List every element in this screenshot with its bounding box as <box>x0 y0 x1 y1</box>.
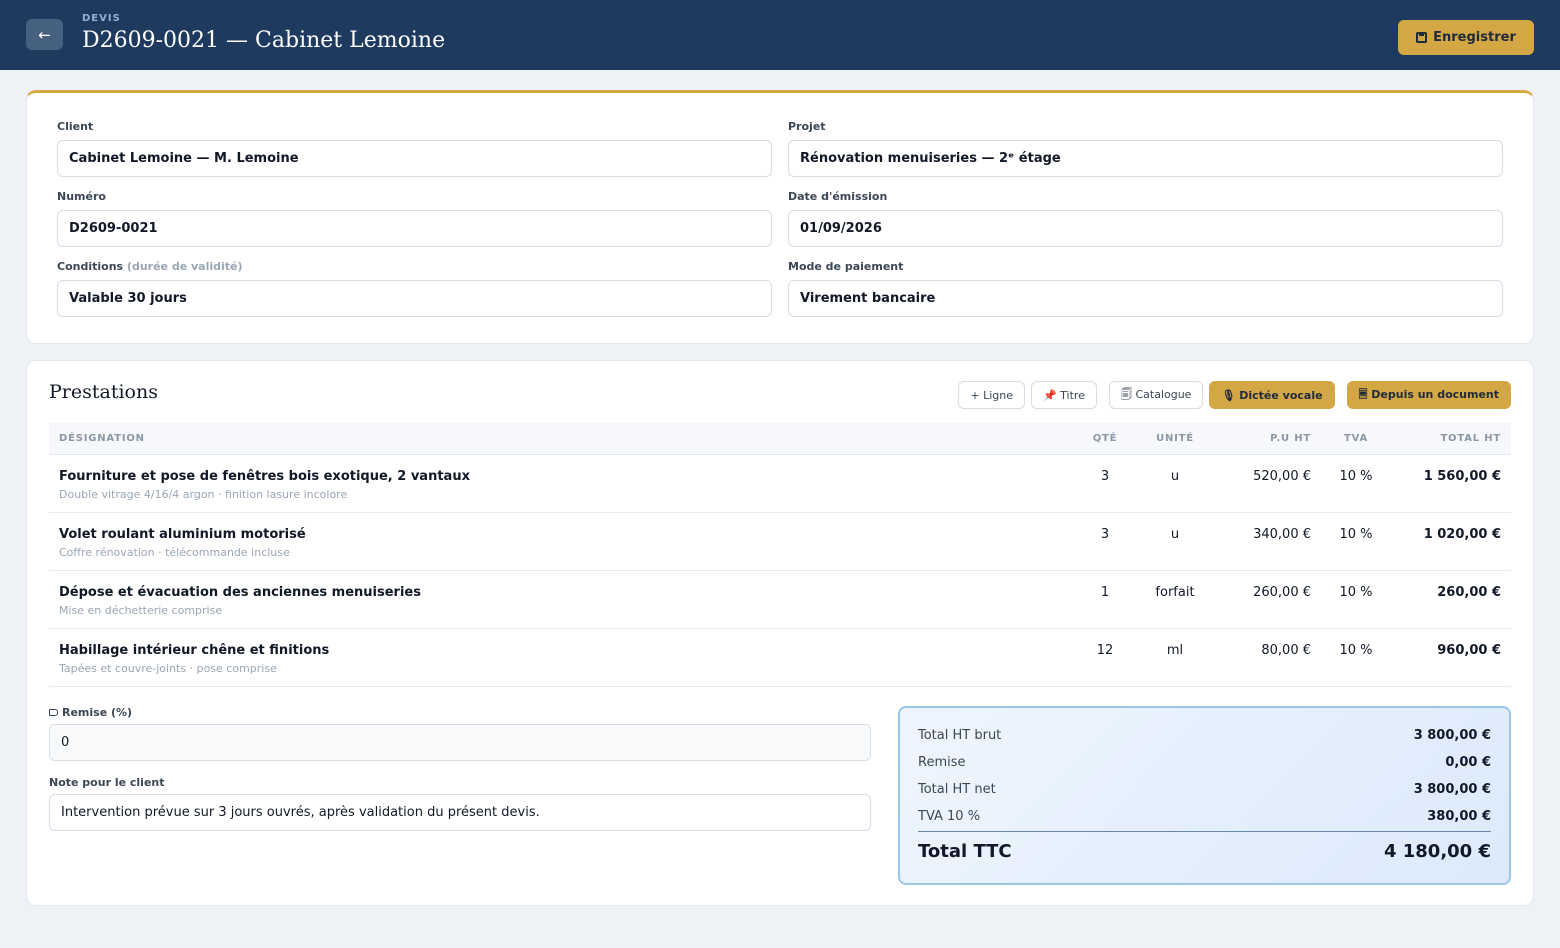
number-label: Numéro <box>57 190 106 203</box>
total-net-row: Total HT net 3 800,00 € <box>918 782 1491 797</box>
item-qty: 3 <box>1100 527 1110 542</box>
col-total: TOTAL HT <box>1440 433 1501 444</box>
conditions-hint: (durée de validité) <box>126 260 243 273</box>
item-unit: ml <box>1166 643 1184 658</box>
total-ttc-value: 4 180,00 € <box>1383 841 1491 862</box>
item-unit-price: 260,00 € <box>1253 585 1311 600</box>
table-row[interactable]: Dépose et évacuation des anciennes menui… <box>49 571 1511 629</box>
total-discount-label: Remise <box>918 755 966 770</box>
col-qty: QTÉ <box>1092 433 1118 444</box>
items-toolbar: + Ligne 📌 Titre 🗐 Catalogue 🎙 Dictée voc… <box>958 381 1511 409</box>
conditions-field[interactable]: Valable 30 jours <box>57 280 772 317</box>
total-ttc-label: Total TTC <box>918 841 1012 862</box>
total-ttc-row: Total TTC 4 180,00 € <box>918 841 1491 862</box>
item-subtitle: Coffre rénovation · télécommande incluse <box>59 546 290 559</box>
total-vat-row: TVA 10 % 380,00 € <box>918 809 1491 824</box>
add-title-button[interactable]: 📌 Titre <box>1030 381 1097 409</box>
conditions-label: Conditions (durée de validité) <box>57 260 772 274</box>
project-label: Projet <box>788 120 826 133</box>
total-discount-row: Remise 0,00 € <box>918 755 1491 770</box>
from-document-button[interactable]: 🗏 Depuis un document <box>1346 381 1511 409</box>
date-field[interactable]: 01/09/2026 <box>788 210 1503 247</box>
payment-label: Mode de paiement <box>788 260 904 273</box>
page-kicker: DEVIS <box>82 13 121 24</box>
quote-info-card: Client Cabinet Lemoine — M. Lemoine Proj… <box>26 90 1534 344</box>
client-label: Client <box>57 120 94 133</box>
number-field-group: Numéro D2609-0021 <box>57 190 772 247</box>
item-total: 960,00 € <box>1437 643 1501 658</box>
item-subtitle: Double vitrage 4/16/4 argon · finition l… <box>59 488 348 501</box>
tag-icon <box>49 709 58 716</box>
conditions-label-text: Conditions <box>57 260 124 273</box>
total-vat-value: 380,00 € <box>1427 809 1491 824</box>
item-qty: 3 <box>1100 469 1110 484</box>
total-vat-label: TVA 10 % <box>918 809 981 824</box>
item-unit-price: 520,00 € <box>1253 469 1311 484</box>
discount-label-text: Remise (%) <box>62 706 133 719</box>
table-row[interactable]: Fourniture et pose de fenêtres bois exot… <box>49 455 1511 513</box>
add-line-button[interactable]: + Ligne <box>958 381 1025 409</box>
col-unit-price: P.U HT <box>1270 433 1311 444</box>
top-bar: ← DEVIS D2609-0021 — Cabinet Lemoine Enr… <box>0 0 1560 70</box>
total-net-label: Total HT net <box>918 782 996 797</box>
item-unit: u <box>1170 527 1180 542</box>
client-field[interactable]: Cabinet Lemoine — M. Lemoine <box>57 140 772 177</box>
catalogue-button[interactable]: 🗐 Catalogue <box>1108 381 1204 409</box>
col-unit: UNITÉ <box>1156 433 1194 444</box>
table-row[interactable]: Volet roulant aluminium motorisé Coffre … <box>49 513 1511 571</box>
total-net-value: 3 800,00 € <box>1413 782 1491 797</box>
conditions-field-group: Conditions (durée de validité) Valable 3… <box>57 260 772 317</box>
item-title: Fourniture et pose de fenêtres bois exot… <box>59 469 470 484</box>
item-unit-price: 80,00 € <box>1261 643 1311 658</box>
back-button[interactable]: ← <box>26 19 63 50</box>
payment-field-group: Mode de paiement Virement bancaire <box>788 260 1503 317</box>
total-gross-value: 3 800,00 € <box>1413 728 1491 743</box>
date-label: Date d'émission <box>788 190 888 203</box>
project-field-group: Projet Rénovation menuiseries — 2ᵉ étage <box>788 120 1503 177</box>
item-subtitle: Mise en déchetterie comprise <box>59 604 223 617</box>
items-table: DÉSIGNATION QTÉ UNITÉ P.U HT TVA TOTAL H… <box>49 423 1511 687</box>
item-qty: 1 <box>1100 585 1110 600</box>
item-unit: forfait <box>1155 585 1195 600</box>
save-button[interactable]: Enregistrer <box>1398 20 1534 55</box>
section-title: Prestations <box>49 381 158 403</box>
total-gross-row: Total HT brut 3 800,00 € <box>918 728 1491 743</box>
project-field[interactable]: Rénovation menuiseries — 2ᵉ étage <box>788 140 1503 177</box>
payment-field[interactable]: Virement bancaire <box>788 280 1503 317</box>
voice-dictation-button[interactable]: 🎙 Dictée vocale <box>1209 381 1335 409</box>
page-title: D2609-0021 — Cabinet Lemoine <box>82 28 446 53</box>
discount-label: Remise (%) <box>49 706 132 719</box>
note-label: Note pour le client <box>49 776 165 789</box>
item-unit-price: 340,00 € <box>1253 527 1311 542</box>
discount-input[interactable]: 0 <box>49 724 871 761</box>
table-row[interactable]: Habillage intérieur chêne et finitions T… <box>49 629 1511 687</box>
item-total: 260,00 € <box>1437 585 1501 600</box>
item-qty: 12 <box>1096 643 1114 658</box>
item-unit: u <box>1170 469 1180 484</box>
item-title: Volet roulant aluminium motorisé <box>59 527 306 542</box>
col-designation: DÉSIGNATION <box>59 433 145 444</box>
table-header: DÉSIGNATION QTÉ UNITÉ P.U HT TVA TOTAL H… <box>49 423 1511 455</box>
prestations-card: Prestations + Ligne 📌 Titre 🗐 Catalogue … <box>26 360 1534 906</box>
number-field[interactable]: D2609-0021 <box>57 210 772 247</box>
save-button-label: Enregistrer <box>1433 30 1516 45</box>
date-field-group: Date d'émission 01/09/2026 <box>788 190 1503 247</box>
item-title: Habillage intérieur chêne et finitions <box>59 643 330 658</box>
client-note-input[interactable]: Intervention prévue sur 3 jours ouvrés, … <box>49 794 871 831</box>
total-discount-value: 0,00 € <box>1445 755 1491 770</box>
item-subtitle: Tapées et couvre-joints · pose comprise <box>59 662 277 675</box>
item-total: 1 560,00 € <box>1423 469 1501 484</box>
floppy-disk-icon <box>1416 32 1428 43</box>
item-title: Dépose et évacuation des anciennes menui… <box>59 585 421 600</box>
client-field-group: Client Cabinet Lemoine — M. Lemoine <box>57 120 772 177</box>
item-total: 1 020,00 € <box>1423 527 1501 542</box>
total-gross-label: Total HT brut <box>918 728 1002 743</box>
totals-divider <box>918 831 1491 832</box>
totals-panel: Total HT brut 3 800,00 € Remise 0,00 € T… <box>898 706 1511 885</box>
arrow-left-icon: ← <box>38 25 51 44</box>
